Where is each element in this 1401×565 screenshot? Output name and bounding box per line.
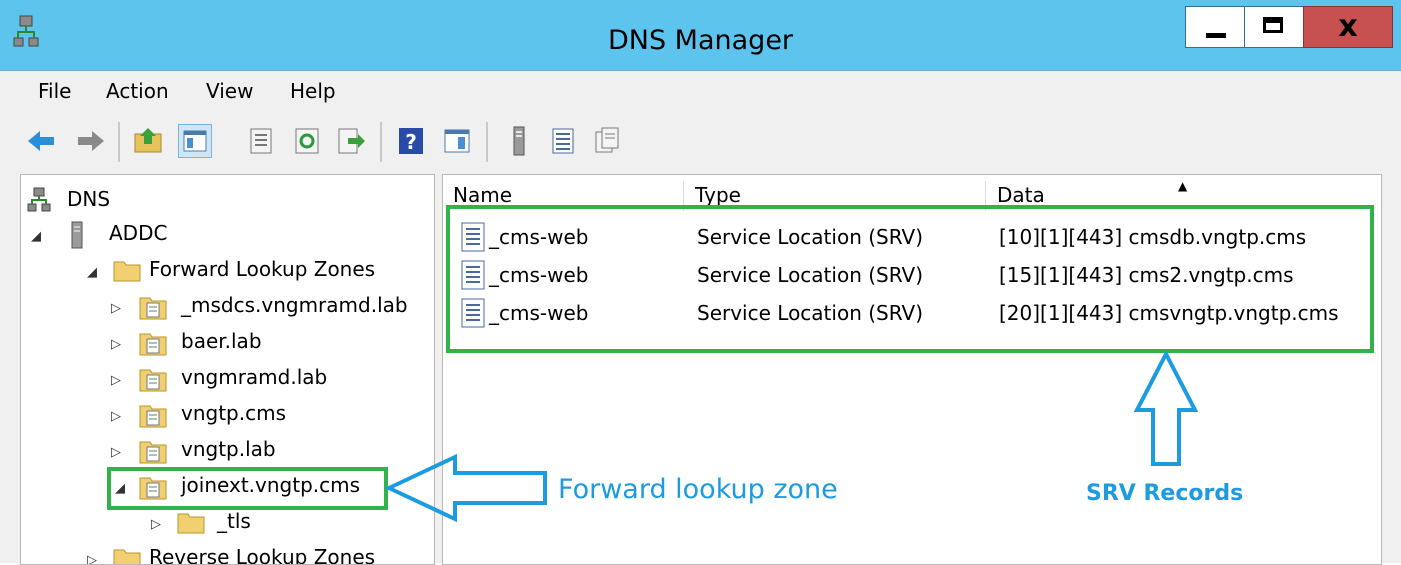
server-icon[interactable]	[502, 124, 536, 158]
tree-node-zone[interactable]: ▷ vngmramd.lab	[21, 363, 434, 397]
tree-label-reverse-zones: Reverse Lookup Zones	[149, 545, 376, 565]
copy-icon[interactable]	[590, 124, 624, 158]
folder-icon	[113, 257, 141, 283]
folder-icon	[113, 545, 141, 564]
refresh-icon[interactable]	[290, 124, 324, 158]
close-button[interactable]: x	[1303, 6, 1393, 48]
forward-icon[interactable]	[74, 124, 108, 158]
records-icon[interactable]	[546, 124, 580, 158]
tree-label-zone: _msdcs.vngmramd.lab	[181, 293, 408, 317]
export-list-icon[interactable]	[334, 124, 368, 158]
tree-node-zone[interactable]: ▷ vngtp.cms	[21, 399, 434, 433]
tree-label-zone: vngtp.lab	[181, 437, 276, 461]
forward-lookup-zone-label: Forward lookup zone	[558, 474, 838, 505]
toolbar-separator	[486, 122, 488, 162]
forward-zone-highlight	[107, 467, 388, 510]
tree-node-dns[interactable]: DNS	[21, 185, 434, 219]
tree-label-zone: vngtp.cms	[181, 401, 286, 425]
minimize-button[interactable]	[1185, 6, 1245, 48]
tree-label-addc: ADDC	[109, 221, 168, 245]
tree-node-tls[interactable]: ▷ _tls	[21, 507, 434, 541]
expand-icon[interactable]: ▷	[111, 373, 121, 388]
tree-node-reverse-lookup-zones[interactable]: ▷ Reverse Lookup Zones	[21, 543, 434, 565]
expand-icon[interactable]: ▷	[111, 337, 121, 352]
action-pane-icon[interactable]	[440, 124, 474, 158]
menu-help[interactable]: Help	[290, 79, 336, 103]
expand-icon[interactable]: ▷	[111, 409, 121, 424]
expand-icon[interactable]: ▷	[111, 301, 121, 316]
help-icon[interactable]: ?	[394, 124, 428, 158]
menu-action[interactable]: Action	[106, 79, 169, 103]
toolbar-separator	[380, 122, 382, 162]
tree-label-tls: _tls	[217, 509, 251, 533]
dns-icon	[27, 187, 53, 213]
menu-file[interactable]: File	[38, 79, 71, 103]
svg-text:?: ?	[405, 130, 417, 154]
menu-bar: File Action View Help	[0, 70, 1401, 113]
up-folder-icon[interactable]	[132, 124, 166, 158]
folder-icon	[177, 509, 205, 535]
tree-node-zone[interactable]: ▷ vngtp.lab	[21, 435, 434, 469]
expand-icon[interactable]: ▷	[87, 553, 97, 564]
arrow-up-icon	[1133, 350, 1199, 466]
sort-ascending-icon: ▲	[1178, 179, 1188, 193]
zone-folder-icon	[139, 437, 167, 464]
maximize-button[interactable]	[1244, 6, 1304, 48]
tree-node-zone[interactable]: ▷ _msdcs.vngmramd.lab	[21, 291, 434, 325]
zone-folder-icon	[139, 401, 167, 428]
tree-label-zone: baer.lab	[181, 329, 262, 353]
back-icon[interactable]	[24, 124, 58, 158]
tree-node-zone[interactable]: ▷ baer.lab	[21, 327, 434, 361]
server-icon	[67, 221, 93, 249]
collapse-icon[interactable]: ◢	[31, 229, 41, 244]
collapse-icon[interactable]: ◢	[87, 265, 97, 280]
toolbar-separator	[118, 122, 120, 162]
tree-node-addc[interactable]: ◢ ADDC	[21, 219, 434, 253]
tree-label-forward-zones: Forward Lookup Zones	[149, 257, 376, 281]
tree-label-zone: vngmramd.lab	[181, 365, 328, 389]
menu-view[interactable]: View	[206, 79, 253, 103]
zone-folder-icon	[139, 329, 167, 356]
expand-icon[interactable]: ▷	[111, 445, 121, 460]
properties-icon[interactable]	[244, 124, 278, 158]
arrow-left-icon	[385, 453, 547, 523]
show-hide-tree-icon[interactable]	[178, 124, 212, 158]
srv-records-label: SRV Records	[1086, 481, 1244, 506]
tree-node-forward-lookup-zones[interactable]: ◢ Forward Lookup Zones	[21, 255, 434, 289]
tree-label-dns: DNS	[67, 187, 111, 211]
zone-folder-icon	[139, 365, 167, 392]
toolbar: ?	[0, 112, 1401, 173]
zone-folder-icon	[139, 293, 167, 320]
expand-icon[interactable]: ▷	[151, 517, 161, 532]
srv-records-highlight	[446, 205, 1374, 353]
